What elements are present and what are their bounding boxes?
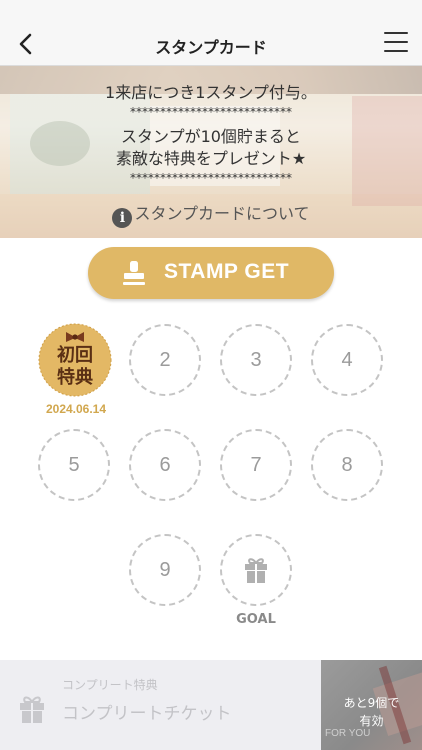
complete-reward-title: コンプリートチケット xyxy=(62,704,232,724)
info-icon: i xyxy=(112,208,133,228)
stamp-slot-7: 7 xyxy=(220,429,292,501)
stamp-icon xyxy=(123,261,145,285)
stamp-slot-6: 6 xyxy=(129,429,201,501)
hero-stars-2: *************************** xyxy=(130,171,292,185)
stamp-get-button[interactable]: STAMP GET xyxy=(88,247,334,299)
stamp-get-label: STAMP GET xyxy=(164,260,290,283)
gift-icon xyxy=(245,558,267,583)
hero-banner: 1来店につき1スタンプ付与。 *************************… xyxy=(0,66,422,238)
stamp-slot-9: 9 xyxy=(129,534,201,606)
hero-line-2: スタンプが10個貯まると xyxy=(121,127,301,146)
about-stamp-card-label: スタンプカードについて xyxy=(134,204,310,223)
nav-bar: スタンプカード xyxy=(0,22,422,66)
first-visit-line1: 初回 xyxy=(57,344,93,366)
complete-reward-caption: コンプリート特典 xyxy=(62,678,158,692)
first-visit-stamp: 初回 特典 xyxy=(38,323,112,397)
page-title: スタンプカード xyxy=(155,38,267,57)
complete-reward-status: FOR YOU あと9個で 有効 xyxy=(321,660,422,750)
remain-valid-text: 有効 xyxy=(359,714,384,728)
first-visit-line2: 特典 xyxy=(57,366,93,388)
stamp-slot-8: 8 xyxy=(311,429,383,501)
goal-label: GOAL xyxy=(236,612,276,627)
about-stamp-card-link[interactable]: i スタンプカードについて xyxy=(0,200,422,228)
hero-stars-1: *************************** xyxy=(130,105,292,119)
hamburger-menu-icon[interactable] xyxy=(384,32,408,54)
remain-count-text: あと9個で xyxy=(343,696,400,710)
stamp-slot-4: 4 xyxy=(311,324,383,396)
first-visit-date: 2024.06.14 xyxy=(45,402,107,416)
complete-reward-card[interactable]: コンプリート特典 コンプリートチケット xyxy=(0,660,322,750)
stamp-slot-5: 5 xyxy=(38,429,110,501)
stamp-slot-goal xyxy=(220,534,292,606)
status-bar xyxy=(0,0,422,22)
hero-line-3: 素敵な特典をプレゼント★ xyxy=(115,149,307,168)
hero-line-1: 1来店につき1スタンプ付与。 xyxy=(105,83,317,102)
gift-icon xyxy=(20,696,44,723)
stamp-slot-3: 3 xyxy=(220,324,292,396)
stamp-slot-2: 2 xyxy=(129,324,201,396)
